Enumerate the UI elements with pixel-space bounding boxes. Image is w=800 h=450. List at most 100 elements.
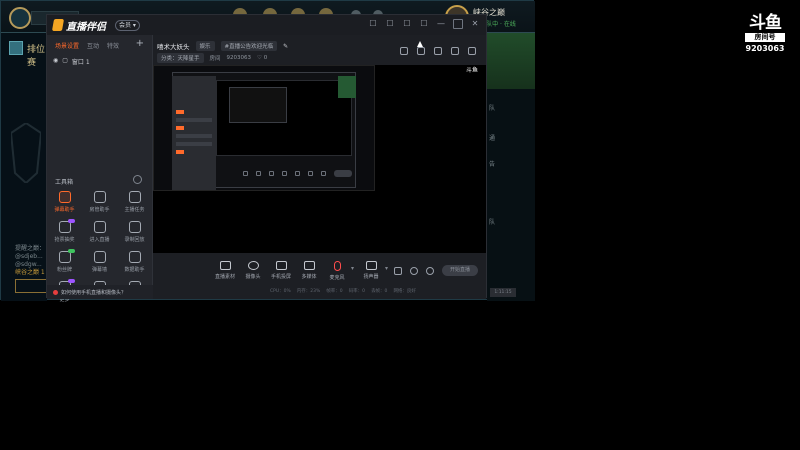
category-chip[interactable]: 娱乐 [195, 41, 215, 51]
screen-icon[interactable] [417, 47, 425, 55]
tip-bar[interactable]: 如何使用手机直播和摄像头？ [47, 285, 153, 299]
brand-name: 直播伴侣 [66, 21, 106, 33]
screen: 峡谷之巅 ● 组队中 · 在线 排位赛 提醒之巅： @sdjeb... @sdg… [0, 0, 800, 450]
tool-label: 弹幕助手 [54, 207, 75, 213]
stream-timer: 1:11:15 [490, 288, 516, 297]
tool-label: 粉丝牌 [56, 267, 72, 273]
game-chat-input[interactable] [15, 279, 47, 293]
start-live-button[interactable]: 开始直播 [442, 265, 478, 276]
gift-icon[interactable]: ☐ [385, 19, 395, 29]
toolbox-title: 工具箱 [55, 179, 74, 186]
title-bar[interactable]: 直播伴侣 会员 ▾ ☐ ☐ ☐ ☐ — ✕ [47, 15, 486, 35]
tool-label: 数据助手 [124, 267, 145, 273]
message-icon[interactable]: ☐ [368, 19, 378, 29]
nested-start-button [334, 170, 352, 177]
maximize-icon[interactable] [453, 19, 463, 29]
lock-icon[interactable]: ▢ [62, 57, 68, 66]
settings-icon[interactable]: ☐ [419, 19, 429, 29]
tool-item[interactable]: 录制回放 [117, 221, 152, 243]
member-badge[interactable]: 会员 ▾ [115, 19, 140, 31]
room-title[interactable]: 嘻术大妖头 [157, 41, 190, 51]
room-id-label: 房间 [209, 56, 221, 62]
room-info-row: 嘻术大妖头 娱乐 #直播公告欢迎光临 ✎ [157, 41, 288, 51]
tool-icon [128, 191, 141, 203]
stream-preview[interactable]: 斗鱼 [153, 65, 486, 253]
tool-icon [93, 251, 106, 263]
camera-icon [247, 261, 259, 270]
room-meta-row: 分类：天降星手 房间 9203063 ♡ 0 [157, 53, 267, 63]
tool-item[interactable]: 粉丝牌 [47, 249, 82, 273]
tool-item[interactable]: 进入直播 [82, 221, 117, 243]
media-button[interactable]: 多媒体 [295, 261, 323, 280]
phone-cast-button[interactable]: 手机投屏 [267, 261, 295, 280]
phone-cast-label: 手机投屏 [270, 274, 291, 280]
edit-icon[interactable]: ✎ [283, 43, 288, 50]
phone-cast-icon [275, 261, 287, 270]
alert-dot-icon [53, 289, 58, 295]
preview-douyu-logo: 斗鱼 [461, 67, 483, 74]
tool-icon [58, 191, 71, 203]
tab-effects[interactable]: 特效 [107, 41, 119, 50]
minimize-icon[interactable]: — [436, 19, 446, 29]
tool-item[interactable]: 主播任务 [117, 191, 152, 213]
left-panel: 场景设置 互动 特效 + ◉ ▢ 窗口 1 工具箱 弹幕助手 房管助手 主播任务抢票… [47, 35, 153, 303]
rank-label: 排位赛 [27, 45, 46, 68]
tool-item[interactable]: 弹幕墙 [82, 251, 117, 273]
tool-item[interactable]: 数据助手 [117, 251, 152, 273]
tool-item[interactable]: 抢票抽奖 [47, 219, 82, 243]
eye-icon[interactable]: ◉ [53, 57, 58, 66]
speaker-button[interactable]: 扬声器 [357, 261, 385, 280]
refresh-icon[interactable] [133, 175, 142, 184]
close-icon[interactable]: ✕ [470, 19, 480, 29]
shirt-icon[interactable]: ☐ [402, 19, 412, 29]
tip-text: 如何使用手机直播和摄像头？ [61, 289, 127, 296]
bottom-right-actions: 开始直播 [394, 265, 478, 276]
game-right-panel: 队 通 告 队 [487, 33, 535, 301]
new-badge [68, 219, 75, 223]
titlebar-controls: ☐ ☐ ☐ ☐ — ✕ [368, 19, 480, 29]
share-icon[interactable] [468, 47, 476, 55]
game-promo-banner[interactable] [487, 33, 535, 89]
tool-item[interactable]: 弹幕助手 [47, 191, 82, 213]
scene-item-label: 窗口 1 [71, 59, 90, 66]
game-right-text: 队 [489, 219, 496, 226]
nested-preview [216, 80, 352, 156]
nested-inner-window [229, 87, 287, 123]
gear-icon[interactable] [426, 266, 434, 275]
room-number: 9203063 [745, 44, 785, 53]
tab-scene[interactable]: 场景设置 [55, 41, 79, 50]
bell-icon[interactable] [451, 47, 459, 55]
game-right-text: 队 [489, 105, 496, 112]
notice-chip[interactable]: #直播公告欢迎光临 [220, 41, 278, 51]
speaker-label: 扬声器 [363, 274, 379, 280]
tool-label: 抢票抽奖 [54, 237, 75, 243]
status-item: 丢帧：0 [371, 289, 388, 294]
add-scene-button[interactable]: + [136, 38, 144, 49]
tool-item[interactable]: 房管助手 [82, 191, 117, 213]
nested-banner [338, 76, 356, 98]
status-line: CPU：0% 内存：23% 帧率：0 码率：0 丢帧：0 网络：良好 [270, 288, 486, 298]
status-item: 帧率：0 [326, 289, 343, 294]
media-label: 多媒体 [301, 274, 317, 280]
record-icon[interactable] [400, 47, 408, 55]
record-video-icon[interactable] [394, 266, 402, 275]
douyu-logo-mark: 斗鱼 [749, 13, 782, 33]
layout-icon[interactable] [434, 47, 442, 55]
microphone-button[interactable]: 麦克风 [323, 261, 351, 281]
rank-icon[interactable] [9, 41, 23, 55]
timer-icon[interactable] [410, 266, 418, 275]
speaker-dropdown-icon[interactable]: ▾ [385, 265, 391, 272]
room-category[interactable]: 分类：天降星手 [157, 53, 204, 63]
tool-label: 房管助手 [89, 207, 110, 213]
douyu-room-logo: 斗鱼 房间号 9203063 [743, 14, 787, 60]
tool-label: 主播任务 [124, 207, 145, 213]
speaker-icon [365, 261, 377, 270]
camera-button[interactable]: 摄像头 [239, 261, 267, 280]
new-badge [68, 249, 75, 253]
tab-interact[interactable]: 互动 [87, 41, 99, 50]
material-label: 直播素材 [214, 274, 235, 280]
scene-item[interactable]: ◉ ▢ 窗口 1 [53, 57, 90, 66]
game-logo[interactable] [9, 7, 31, 29]
preview-logo-mark: 斗鱼 [465, 67, 478, 74]
material-button[interactable]: 直播素材 [211, 261, 239, 280]
